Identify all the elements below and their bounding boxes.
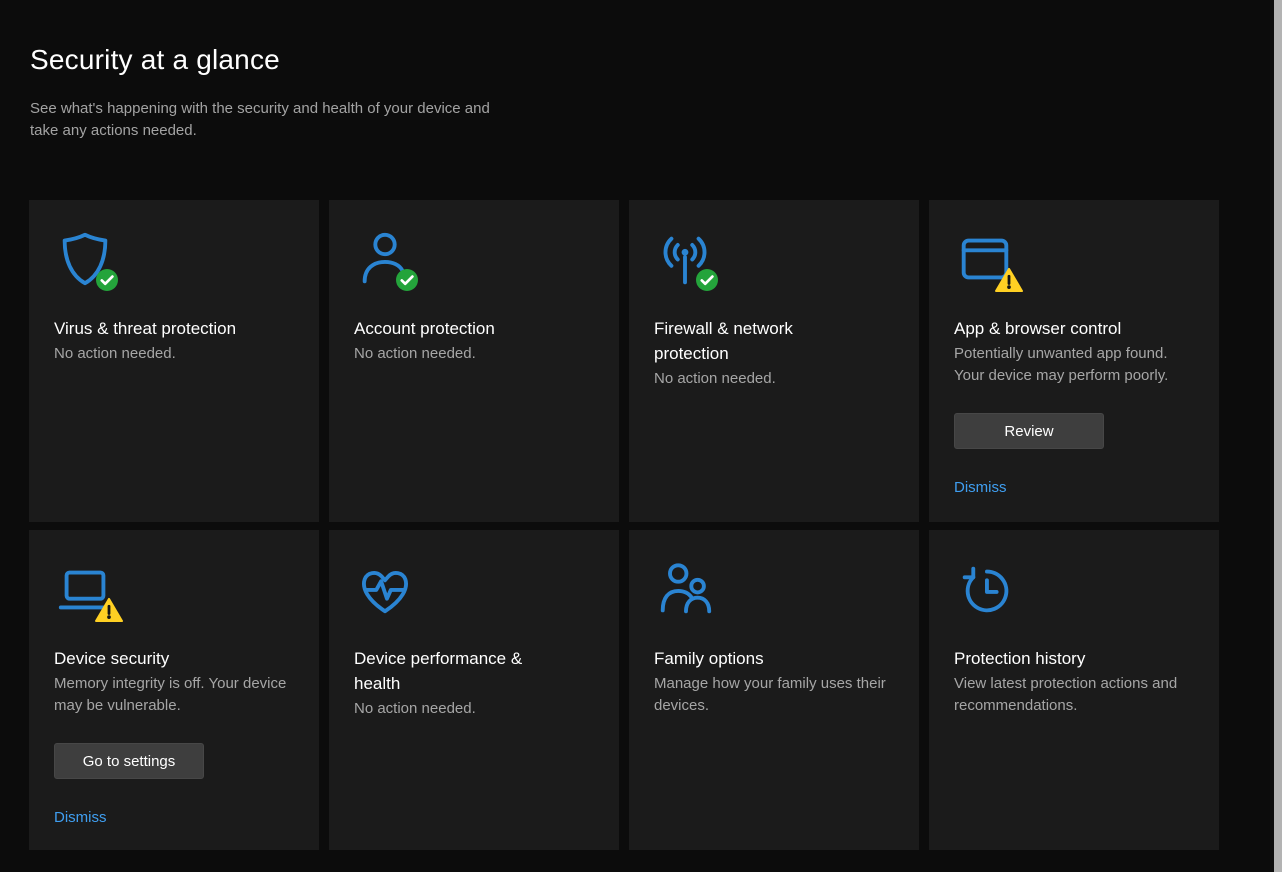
history-icon bbox=[954, 558, 1016, 620]
scrollbar-thumb[interactable] bbox=[1274, 0, 1282, 872]
card-title: App & browser control bbox=[954, 316, 1121, 341]
card-description: Potentially unwanted app found. Your dev… bbox=[954, 343, 1195, 387]
card-device-performance-health[interactable]: Device performance & health No action ne… bbox=[329, 530, 619, 850]
card-action-button[interactable]: Go to settings bbox=[54, 743, 204, 779]
card-description: No action needed. bbox=[354, 698, 476, 720]
card-description: No action needed. bbox=[54, 343, 176, 365]
card-action-button[interactable]: Review bbox=[954, 413, 1104, 449]
card-icon-wrap bbox=[354, 558, 416, 620]
card-icon-wrap bbox=[54, 228, 116, 290]
status-ok-badge bbox=[395, 268, 419, 292]
status-ok-badge bbox=[695, 268, 719, 292]
card-description: No action needed. bbox=[654, 368, 776, 390]
scrollbar[interactable] bbox=[1274, 0, 1282, 872]
card-title: Device security bbox=[54, 646, 169, 671]
page-subtitle: See what's happening with the security a… bbox=[30, 98, 508, 142]
card-title: Family options bbox=[654, 646, 764, 671]
card-account-protection[interactable]: Account protection No action needed. bbox=[329, 200, 619, 522]
card-icon-wrap bbox=[354, 228, 416, 290]
family-icon bbox=[654, 558, 716, 620]
card-title: Virus & threat protection bbox=[54, 316, 236, 341]
card-virus-threat-protection[interactable]: Virus & threat protection No action need… bbox=[29, 200, 319, 522]
card-protection-history[interactable]: Protection history View latest protectio… bbox=[929, 530, 1219, 850]
card-family-options[interactable]: Family options Manage how your family us… bbox=[629, 530, 919, 850]
card-title: Device performance & health bbox=[354, 646, 572, 696]
card-title: Firewall & network protection bbox=[654, 316, 872, 366]
card-description: Memory integrity is off. Your device may… bbox=[54, 673, 295, 717]
heart-pulse-icon bbox=[354, 558, 416, 620]
card-description: Manage how your family uses their device… bbox=[654, 673, 895, 717]
card-app-browser-control[interactable]: App & browser control Potentially unwant… bbox=[929, 200, 1219, 522]
page-title: Security at a glance bbox=[30, 44, 280, 76]
card-description: No action needed. bbox=[354, 343, 476, 365]
status-ok-badge bbox=[95, 268, 119, 292]
card-icon-wrap bbox=[954, 558, 1016, 620]
card-icon-wrap bbox=[654, 558, 716, 620]
card-title: Account protection bbox=[354, 316, 495, 341]
card-icon-wrap bbox=[654, 228, 716, 290]
card-firewall-network-protection[interactable]: Firewall & network protection No action … bbox=[629, 200, 919, 522]
card-device-security[interactable]: Device security Memory integrity is off.… bbox=[29, 530, 319, 850]
status-warning-badge bbox=[995, 267, 1023, 293]
card-title: Protection history bbox=[954, 646, 1085, 671]
card-icon-wrap bbox=[954, 228, 1016, 290]
dismiss-link[interactable]: Dismiss bbox=[954, 479, 1007, 496]
card-icon-wrap bbox=[54, 558, 116, 620]
status-warning-badge bbox=[95, 597, 123, 623]
windows-security-page: Security at a glance See what's happenin… bbox=[0, 0, 1282, 872]
security-cards-grid: Virus & threat protection No action need… bbox=[29, 200, 1219, 850]
dismiss-link[interactable]: Dismiss bbox=[54, 809, 107, 826]
card-description: View latest protection actions and recom… bbox=[954, 673, 1195, 717]
